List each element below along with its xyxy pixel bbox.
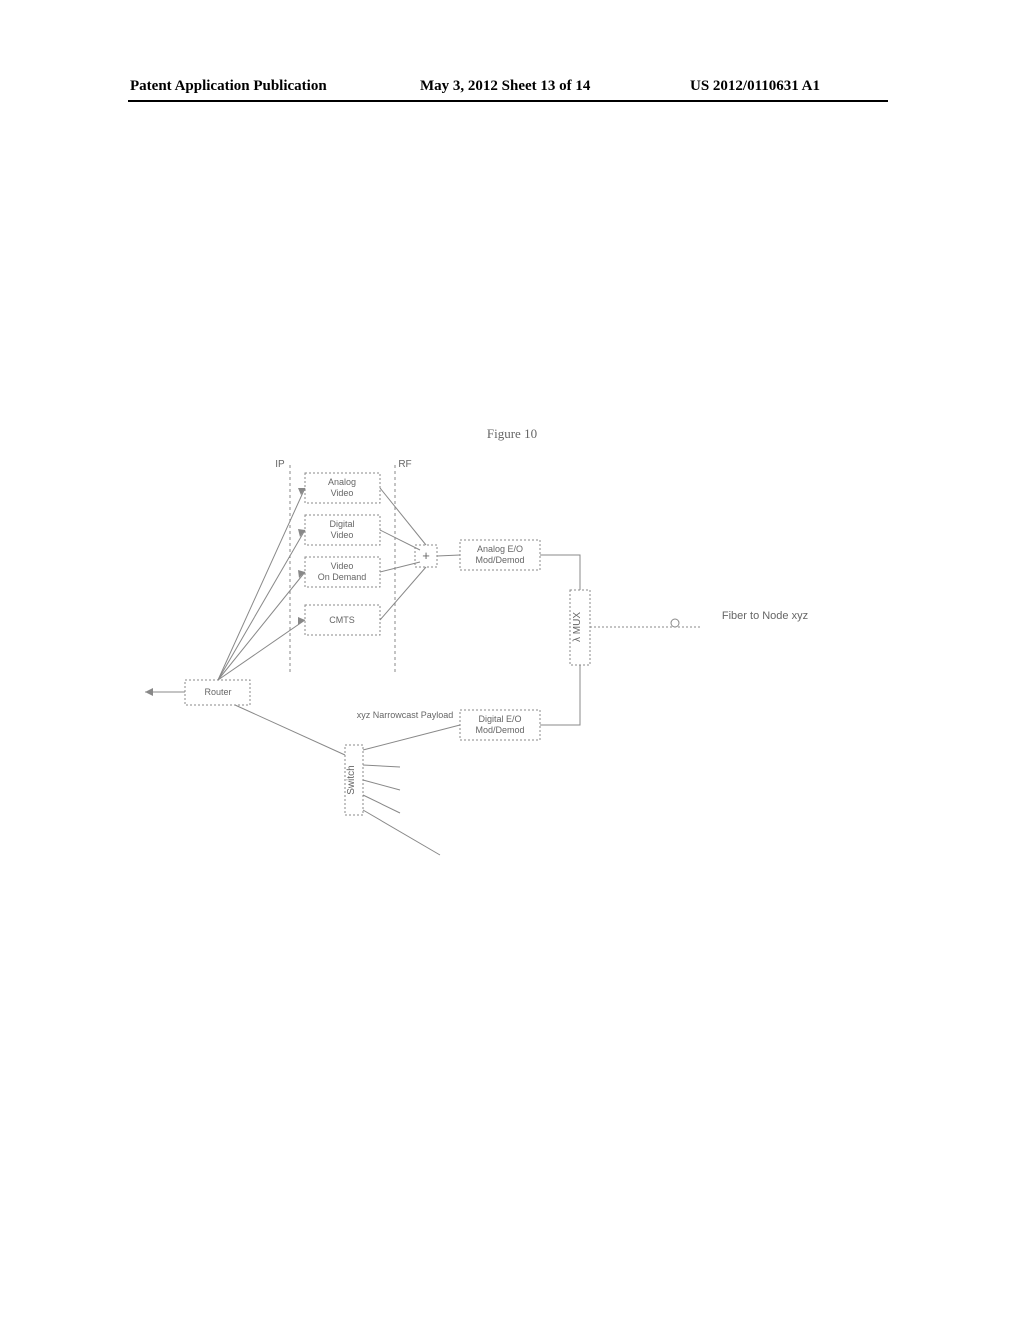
wire-router-switch [235, 705, 345, 755]
digital-video-l2: Video [331, 530, 354, 540]
digital-eo-l1: Digital E/O [478, 714, 521, 724]
switch-fan-1 [363, 765, 400, 767]
combiner-label: + [422, 548, 430, 563]
fiber-label: Fiber to Node xyz [722, 610, 808, 622]
fiber-node-icon [671, 619, 679, 627]
switch-fan-3 [363, 795, 400, 813]
analog-eo-l1: Analog E/O [477, 544, 523, 554]
analog-video-l1: Analog [328, 477, 356, 487]
wire-router-vod [218, 572, 305, 680]
switch-label: Switch [346, 765, 357, 794]
lambda-mux-label: λ MUX [572, 612, 583, 642]
wire-cmts-combiner [380, 567, 426, 620]
wire-router-digital [218, 530, 305, 680]
cmts-label: CMTS [329, 615, 355, 625]
wire-combiner-analogeo [437, 555, 460, 556]
figure-title: Figure 10 [0, 426, 1024, 442]
wire-digital-combiner [380, 530, 420, 550]
header-date-sheet: May 3, 2012 Sheet 13 of 14 [420, 78, 590, 95]
vod-l2: On Demand [318, 572, 367, 582]
narrowcast-label: xyz Narrowcast Payload [357, 710, 454, 720]
wire-vod-combiner [380, 562, 420, 572]
router-label: Router [204, 687, 231, 697]
wire-analogeo-mux [540, 555, 580, 590]
router-out-arrow [145, 688, 153, 696]
header-rule [128, 100, 888, 102]
wire-router-analog [218, 488, 305, 680]
rf-label: RF [398, 459, 411, 470]
digital-video-l1: Digital [329, 519, 354, 529]
switch-fan-4 [363, 810, 440, 855]
header-publication: Patent Application Publication [130, 78, 327, 95]
analog-eo-l2: Mod/Demod [475, 555, 524, 565]
vod-l1: Video [331, 561, 354, 571]
wire-digitaleo-mux [540, 665, 580, 725]
switch-fan-2 [363, 780, 400, 790]
diagram: IP RF Analog Video Digital Video Video O… [140, 455, 900, 905]
digital-eo-l2: Mod/Demod [475, 725, 524, 735]
analog-video-l2: Video [331, 488, 354, 498]
header-pub-number: US 2012/0110631 A1 [690, 78, 820, 95]
wire-switch-digitaleo [363, 725, 460, 750]
wire-analog-combiner [380, 488, 426, 545]
ip-label: IP [275, 459, 285, 470]
